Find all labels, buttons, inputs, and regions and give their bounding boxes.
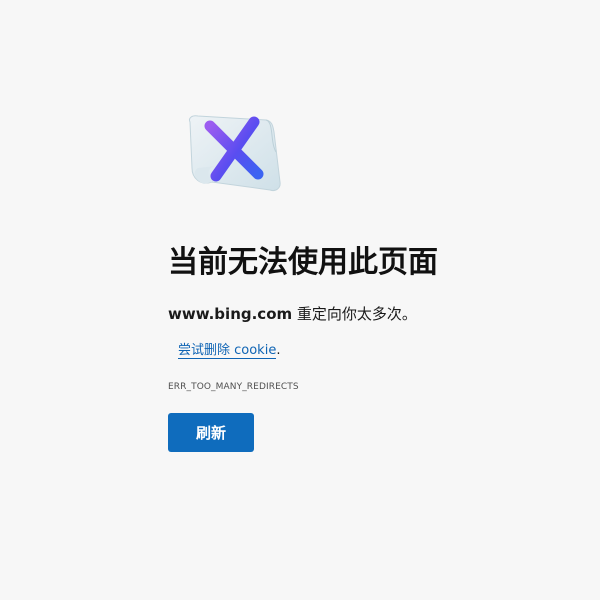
- refresh-button[interactable]: 刷新: [168, 413, 254, 452]
- error-page: 当前无法使用此页面 www.bing.com 重定向你太多次。 尝试删除 coo…: [0, 0, 600, 600]
- suggestion: 尝试删除 cookie.: [178, 341, 280, 361]
- error-message-text: 重定向你太多次。: [292, 305, 417, 323]
- error-x-document-icon: [189, 115, 281, 191]
- delete-cookies-link[interactable]: 尝试删除 cookie: [178, 343, 277, 359]
- suggestion-period: .: [276, 343, 281, 358]
- error-message: www.bing.com 重定向你太多次。: [168, 303, 417, 325]
- error-code: ERR_TOO_MANY_REDIRECTS: [168, 382, 299, 392]
- error-domain: www.bing.com: [168, 305, 293, 323]
- page-title: 当前无法使用此页面: [168, 245, 438, 280]
